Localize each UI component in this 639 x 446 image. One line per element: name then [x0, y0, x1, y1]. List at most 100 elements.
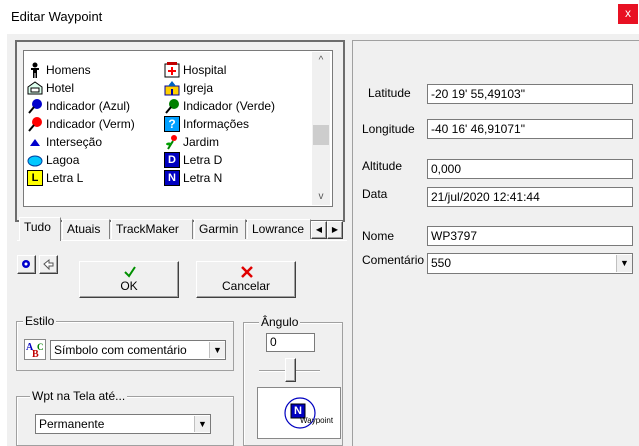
- list-item-label: Hotel: [46, 81, 75, 95]
- back-tool-button[interactable]: [39, 255, 58, 274]
- comentario-select[interactable]: 550 ▼: [427, 253, 633, 274]
- tab-label: Lowrance: [252, 222, 305, 236]
- wpt-select[interactable]: Permanente ▼: [35, 414, 211, 434]
- wpt-title: Wpt na Tela até...: [30, 389, 128, 403]
- data-field[interactable]: 21/jul/2020 12:41:44: [427, 187, 633, 207]
- comentario-label: Comentário: [362, 253, 425, 267]
- hotel-icon: [27, 80, 43, 96]
- x-icon: [241, 266, 253, 278]
- list-item-label: Letra D: [183, 153, 223, 167]
- tab-label: TrackMaker: [116, 222, 179, 236]
- list-item[interactable]: ? Informações: [164, 115, 249, 133]
- letter-d-icon: D: [164, 152, 180, 168]
- waypoint-preview-label: Waypoint: [300, 416, 334, 425]
- tab-lowrance[interactable]: Lowrance: [247, 219, 311, 239]
- longitude-value: -40 16' 46,91071": [431, 122, 525, 136]
- list-item[interactable]: Indicador (Azul): [27, 97, 130, 115]
- list-item[interactable]: D Letra D: [164, 151, 222, 169]
- list-item[interactable]: Hospital: [164, 61, 226, 79]
- tab-atuais[interactable]: Atuais: [62, 219, 110, 239]
- list-item[interactable]: N Letra N: [164, 169, 222, 187]
- arrow-left-icon: [43, 258, 54, 271]
- list-item[interactable]: Indicador (Verde): [164, 97, 275, 115]
- svg-text:C: C: [37, 342, 44, 352]
- symbol-list[interactable]: Homens Hotel Indicador (Azul) Indicador …: [23, 50, 333, 207]
- checkmark-icon: [124, 266, 136, 278]
- tab-scroll-left-icon[interactable]: ◀: [311, 221, 327, 239]
- scroll-thumb[interactable]: [313, 125, 329, 145]
- chevron-down-icon[interactable]: ▼: [616, 255, 632, 272]
- nome-label: Nome: [362, 229, 395, 243]
- lagoon-icon: [27, 152, 43, 168]
- point-icon: [22, 260, 30, 268]
- list-item[interactable]: Homens: [27, 61, 91, 79]
- tab-scroll-right-icon[interactable]: ▶: [327, 221, 343, 239]
- altitude-label: Altitude: [362, 159, 403, 173]
- tab-label: Garmin: [199, 222, 239, 236]
- triangle-icon: [27, 134, 43, 150]
- list-item-label: Igreja: [183, 81, 214, 95]
- comentario-value: 550: [431, 256, 452, 270]
- tab-divider: [17, 240, 347, 241]
- tab-label: Atuais: [67, 222, 101, 236]
- list-item[interactable]: Indicador (Verm): [27, 115, 135, 133]
- scroll-down-icon[interactable]: v: [312, 188, 330, 205]
- angulo-slider-thumb[interactable]: [285, 358, 296, 382]
- cancel-button[interactable]: Cancelar: [196, 261, 296, 298]
- title-bar: Editar Waypoint x: [0, 0, 639, 34]
- latitude-label: Latitude: [368, 86, 411, 100]
- altitude-field[interactable]: 0,000: [427, 159, 633, 179]
- letter-l-icon: L: [27, 170, 43, 186]
- list-item[interactable]: Igreja: [164, 79, 213, 97]
- chevron-down-icon[interactable]: ▼: [194, 416, 210, 432]
- letter-n-icon: N: [164, 170, 180, 186]
- list-item[interactable]: L Letra L: [27, 169, 83, 187]
- estilo-select[interactable]: Símbolo com comentário ▼: [50, 340, 226, 360]
- close-button[interactable]: x: [618, 4, 638, 24]
- wpt-value: Permanente: [39, 417, 105, 431]
- latitude-value: -20 19' 55,49103": [431, 87, 525, 101]
- data-label: Data: [362, 187, 388, 201]
- list-item-label: Homens: [46, 63, 91, 77]
- list-item-label: Indicador (Verde): [183, 99, 276, 113]
- list-item[interactable]: Hotel: [27, 79, 74, 97]
- nome-value: WP3797: [431, 229, 478, 243]
- point-tool-button[interactable]: [17, 255, 36, 274]
- altitude-value: 0,000: [431, 162, 462, 176]
- ok-label: OK: [120, 279, 138, 293]
- angulo-input[interactable]: 0: [266, 333, 315, 352]
- latitude-field[interactable]: -20 19' 55,49103": [427, 84, 633, 104]
- chevron-down-icon[interactable]: ▼: [209, 342, 225, 358]
- blue-pin-icon: [27, 98, 43, 114]
- list-item-label: Indicador (Verm): [46, 117, 135, 131]
- angulo-value: 0: [270, 335, 277, 349]
- list-item-label: Informações: [183, 117, 250, 131]
- tab-trackmaker[interactable]: TrackMaker: [111, 219, 193, 239]
- longitude-field[interactable]: -40 16' 46,91071": [427, 119, 633, 139]
- info-icon: ?: [164, 116, 180, 132]
- tab-label: Tudo: [24, 220, 51, 234]
- scroll-up-icon[interactable]: ^: [312, 52, 330, 69]
- data-value: 21/jul/2020 12:41:44: [431, 190, 540, 204]
- abc-style-icon: ABC: [24, 339, 46, 360]
- ok-button[interactable]: OK: [79, 261, 179, 298]
- hospital-icon: [164, 62, 180, 78]
- list-item[interactable]: Interseção: [27, 133, 102, 151]
- estilo-title: Estilo: [23, 314, 57, 328]
- list-item[interactable]: Jardim: [164, 133, 219, 151]
- list-item-label: Letra N: [183, 171, 223, 185]
- garden-icon: [164, 134, 180, 150]
- men-icon: [27, 62, 43, 78]
- waypoint-preview: N Waypoint: [257, 387, 341, 439]
- list-item-label: Hospital: [183, 63, 227, 77]
- nome-field[interactable]: WP3797: [427, 226, 633, 246]
- longitude-label: Longitude: [362, 122, 415, 136]
- list-item[interactable]: Lagoa: [27, 151, 79, 169]
- list-item-label: Indicador (Azul): [46, 99, 131, 113]
- tab-garmin[interactable]: Garmin: [194, 219, 246, 239]
- tab-tudo[interactable]: Tudo: [19, 217, 61, 241]
- cancel-label: Cancelar: [221, 279, 271, 293]
- symbol-list-scrollbar[interactable]: ^ v: [312, 52, 330, 205]
- angulo-title: Ângulo: [259, 315, 301, 329]
- red-pin-icon: [27, 116, 43, 132]
